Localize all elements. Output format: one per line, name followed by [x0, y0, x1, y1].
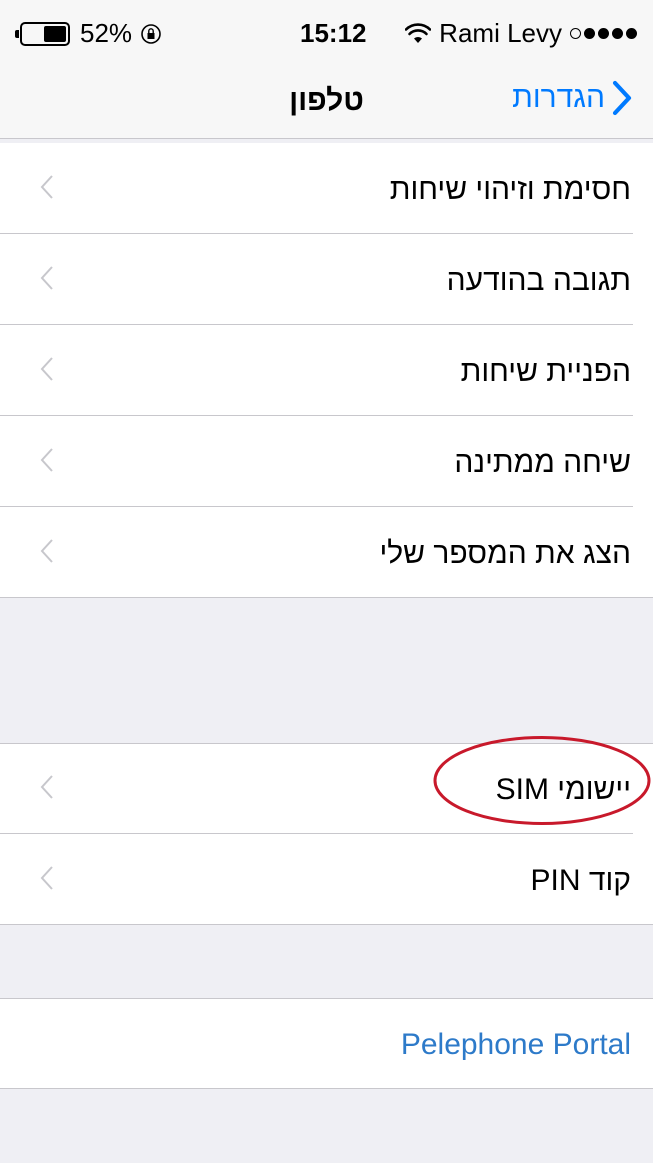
row-label: הפניית שיחות [460, 355, 631, 388]
sim-section: יישומי SIM קוד PIN [0, 743, 653, 925]
status-left: 52% [15, 18, 162, 49]
battery-percent: 52% [80, 18, 133, 48]
row-label: הצג את המספר שלי [379, 537, 631, 570]
pelephone-portal-link[interactable]: Pelephone Portal [0, 998, 653, 1089]
signal-dot [612, 28, 623, 39]
portal-link-label: Pelephone Portal [400, 1028, 631, 1061]
back-button-label: הגדרות [512, 81, 605, 114]
signal-icon [570, 28, 637, 39]
status-bar: 52% 15:12 Rami Levy [0, 0, 653, 68]
chevron-left-icon [40, 448, 53, 472]
navigation-bar: טלפון הגדרות [0, 68, 653, 139]
signal-dot [598, 28, 609, 39]
call-settings-section: חסימת וזיהוי שיחות תגובה בהודעה הפניית ש… [0, 143, 653, 598]
signal-dot [570, 28, 581, 39]
row-label: תגובה בהודעה [446, 264, 631, 297]
row-label: שיחה ממתינה [454, 446, 631, 479]
row-label: יישומי SIM [495, 773, 631, 806]
settings-row-call-waiting[interactable]: שיחה ממתינה [0, 416, 653, 507]
chevron-left-icon [40, 775, 53, 799]
battery-level [44, 25, 66, 42]
chevron-left-icon [40, 175, 53, 199]
settings-row-call-blocking[interactable]: חסימת וזיהוי שיחות [0, 143, 653, 234]
battery-icon [15, 21, 70, 46]
settings-row-respond-with-text[interactable]: תגובה בהודעה [0, 234, 653, 325]
chevron-right-icon [612, 80, 632, 116]
row-label: חסימת וזיהוי שיחות [389, 173, 631, 206]
carrier-portal-section: Pelephone Portal [0, 998, 653, 1089]
settings-row-sim-applications[interactable]: יישומי SIM [0, 743, 653, 834]
orientation-lock-icon [141, 23, 161, 44]
status-time: 15:12 [300, 18, 367, 48]
chevron-left-icon [40, 539, 53, 563]
back-button[interactable]: הגדרות [512, 80, 633, 116]
status-right: Rami Levy [405, 18, 637, 49]
wifi-icon [405, 22, 432, 43]
settings-row-call-forwarding[interactable]: הפניית שיחות [0, 325, 653, 416]
settings-row-show-my-caller-id[interactable]: הצג את המספר שלי [0, 507, 653, 598]
row-label: קוד PIN [530, 864, 631, 897]
settings-row-sim-pin[interactable]: קוד PIN [0, 834, 653, 925]
chevron-left-icon [40, 357, 53, 381]
chevron-left-icon [40, 266, 53, 290]
signal-dot [626, 28, 637, 39]
carrier-name: Rami Levy [439, 18, 562, 48]
chevron-left-icon [40, 866, 53, 890]
signal-dot [584, 28, 595, 39]
